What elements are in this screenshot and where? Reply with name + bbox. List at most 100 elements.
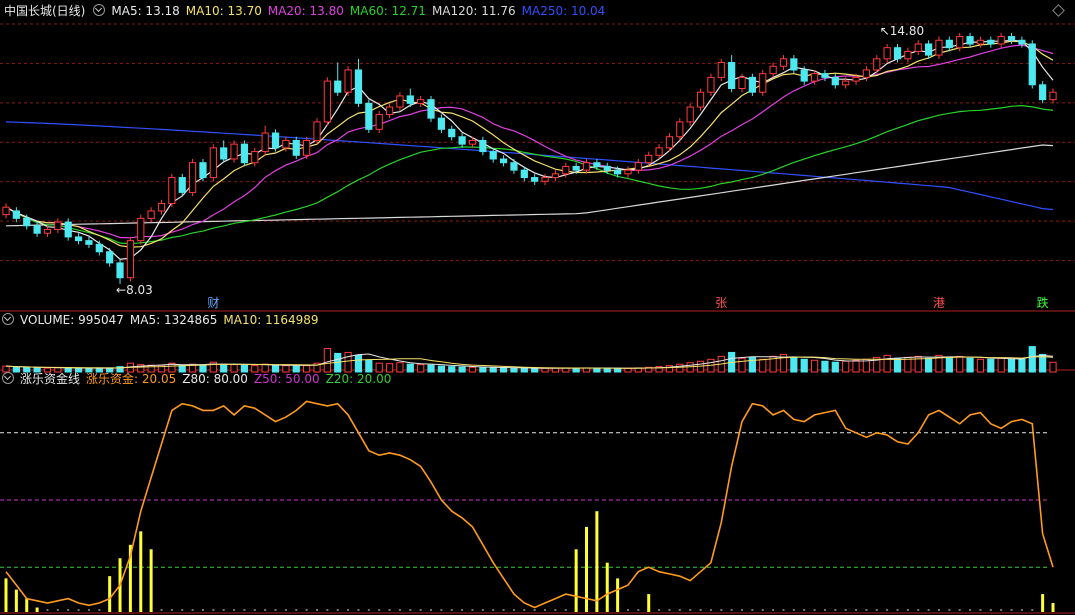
candle-body — [645, 154, 653, 164]
candle-body — [479, 139, 487, 153]
indicator-value: 涨乐资金: 20.05 — [86, 372, 177, 386]
histogram-bar — [14, 589, 18, 612]
candle-body — [417, 99, 425, 104]
volume-bar — [510, 367, 518, 373]
candle-body — [209, 147, 217, 179]
candle-body — [1049, 91, 1057, 101]
volume-bar — [748, 356, 756, 373]
indicator-panel-header: 涨乐资金线 涨乐资金: 20.05 Z80: 80.00 Z50: 50.00 Z20:… — [0, 371, 397, 387]
price-low-label: ←8.03 — [116, 283, 153, 297]
candle-body — [634, 162, 642, 171]
candle-body — [1039, 84, 1047, 101]
candle-body — [282, 139, 290, 149]
ma250-label: MA250: 10.04 — [521, 4, 606, 18]
volume-bar — [831, 361, 839, 373]
volume-bar — [417, 364, 425, 373]
candle-body — [64, 221, 72, 238]
candle-body — [220, 147, 228, 160]
price-panel-header: 中国长城(日线) MA5: 13.18 MA10: 13.70 MA20: 13.80… — [0, 3, 611, 19]
candle-body — [831, 76, 839, 86]
candle-body — [126, 240, 135, 279]
chart-window: ↖14.80 ←8.03 中国长城(日线) MA5: 13.18 MA10: 13.7… — [0, 0, 1075, 615]
volume-bar — [686, 362, 694, 373]
candle-body — [43, 229, 52, 234]
candle-body — [334, 80, 342, 93]
candle-body — [717, 62, 725, 78]
candle-body — [23, 217, 31, 227]
volume-bar — [997, 357, 1005, 373]
volume-bar — [396, 362, 404, 373]
candle-body — [614, 169, 622, 175]
candle-body — [489, 151, 497, 160]
candle-body — [178, 177, 186, 193]
volume-bar — [624, 367, 632, 373]
histogram-bar — [1051, 603, 1055, 612]
settings-icon[interactable] — [2, 372, 14, 384]
candle-body — [603, 165, 611, 171]
volume-label: VOLUME: 995047 — [20, 313, 124, 327]
candle-body — [2, 206, 10, 216]
volume-bar — [427, 364, 435, 373]
candle-body — [924, 43, 933, 56]
candle-body — [800, 69, 808, 82]
candle-body — [551, 173, 560, 179]
candle-body — [344, 69, 352, 93]
histogram-bar — [616, 578, 620, 612]
candle-body — [862, 69, 871, 78]
candle-body — [593, 162, 601, 167]
candle-body — [95, 243, 103, 253]
candle-body — [914, 43, 922, 52]
histogram-bar — [4, 578, 8, 612]
volume-bar — [468, 366, 477, 373]
event-marker-财[interactable]: 财 — [207, 296, 219, 310]
candle-body — [987, 39, 995, 45]
candle-body — [562, 165, 570, 175]
histogram-bar — [574, 549, 578, 612]
ma20-label: MA20: 13.80 — [267, 4, 344, 18]
candle-body — [976, 39, 985, 45]
candle-body — [956, 36, 964, 49]
volume-bar — [738, 357, 746, 373]
settings-icon[interactable] — [2, 313, 14, 325]
volume-bar — [614, 367, 622, 373]
volume-panel-header: VOLUME: 995047 MA5: 1324865 MA10: 1164989 — [0, 312, 325, 328]
candle-body — [85, 240, 93, 245]
candle-body — [116, 262, 124, 279]
candle-body — [873, 58, 881, 71]
candle-body — [1028, 43, 1036, 86]
candle-body — [396, 95, 404, 108]
volume-bar — [976, 358, 985, 373]
settings-icon[interactable] — [93, 4, 106, 16]
candle-body — [365, 102, 373, 130]
candle-body — [251, 151, 259, 164]
candle-body — [157, 203, 166, 212]
candle-body — [74, 236, 83, 242]
volume-bar — [1028, 346, 1036, 373]
candle-body — [271, 132, 280, 149]
volume-bar — [479, 367, 487, 373]
candle-body — [893, 47, 902, 60]
event-marker-张[interactable]: 张 — [715, 296, 727, 310]
candle-body — [541, 177, 549, 182]
candle-body — [385, 106, 394, 115]
candle-body — [147, 210, 155, 219]
candle-body — [810, 73, 819, 82]
volume-bar — [676, 363, 684, 373]
candle-body — [468, 139, 477, 145]
ma250-line — [5, 121, 1054, 211]
event-marker-跌[interactable]: 跌 — [1037, 296, 1049, 310]
volume-bar — [541, 367, 549, 373]
candle-body — [665, 136, 674, 149]
candle-body — [303, 139, 311, 156]
candle-body — [821, 73, 829, 78]
volume-bar — [572, 367, 580, 373]
candle-body — [323, 80, 331, 123]
event-marker-港[interactable]: 港 — [933, 296, 945, 310]
histogram-bar — [605, 562, 609, 612]
indicator-name: 涨乐资金线 — [20, 372, 81, 386]
volume-bar — [1018, 358, 1026, 373]
candle-body — [520, 169, 528, 179]
candle-body — [375, 113, 383, 130]
ma120-line — [5, 144, 1054, 227]
volume-ma5-label: MA5: 1324865 — [129, 313, 218, 327]
